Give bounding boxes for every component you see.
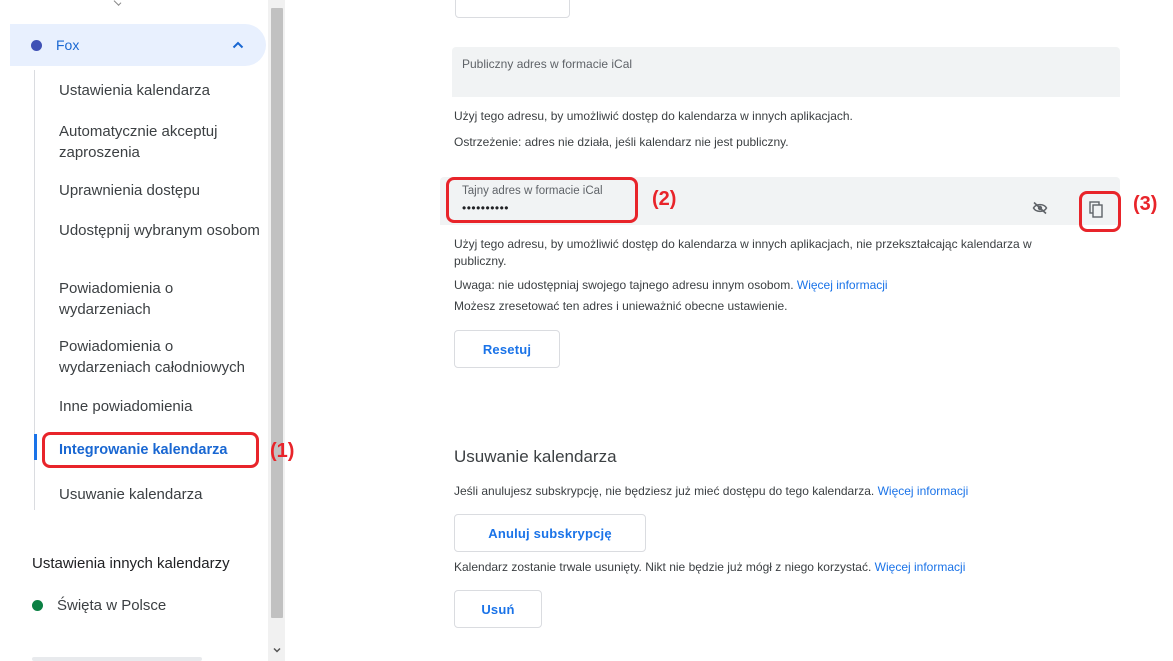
annotation-label-3: (3) bbox=[1133, 193, 1158, 215]
sidebar-item-auto-accept[interactable]: Automatycznie akceptuj zaproszenia bbox=[59, 121, 264, 163]
next-item-cut bbox=[32, 657, 202, 661]
annotation-label-2: (2) bbox=[652, 188, 677, 210]
unsubscribe-help-text: Jeśli anulujesz subskrypcję, nie będzies… bbox=[454, 484, 875, 498]
highlight-box-1 bbox=[42, 432, 259, 468]
calendar-item-fox[interactable]: Fox bbox=[10, 24, 266, 66]
public-warning-text: Ostrzeżenie: adres nie działa, jeśli kal… bbox=[454, 135, 789, 149]
sidebar-item-remove-calendar[interactable]: Usuwanie kalendarza bbox=[59, 484, 264, 505]
sidebar-item-calendar-settings[interactable]: Ustawienia kalendarza bbox=[59, 80, 264, 101]
public-ical-field[interactable]: Publiczny adres w formacie iCal bbox=[452, 47, 1120, 97]
scroll-down-arrow-icon[interactable] bbox=[272, 645, 282, 655]
calendar-color-dot bbox=[31, 39, 42, 51]
reset-help-text: Możesz zresetować ten adres i unieważnić… bbox=[454, 299, 788, 313]
highlight-box-2 bbox=[446, 177, 638, 223]
delete-help-text: Kalendarz zostanie trwale usunięty. Nikt… bbox=[454, 560, 872, 574]
sidebar-item-event-notifications[interactable]: Powiadomienia o wydarzeniach bbox=[59, 278, 264, 320]
calendar-name: Fox bbox=[56, 37, 80, 53]
highlight-box-3 bbox=[1079, 191, 1121, 232]
settings-sidebar: Fox Ustawienia kalendarza Automatycznie … bbox=[0, 0, 268, 661]
unsubscribe-help-line: Jeśli anulujesz subskrypcję, nie będzies… bbox=[454, 483, 968, 500]
sidebar-item-access-permissions[interactable]: Uprawnienia dostępu bbox=[59, 180, 264, 201]
public-help-text: Użyj tego adresu, by umożliwić dostęp do… bbox=[454, 109, 853, 123]
cut-off-button[interactable] bbox=[455, 0, 570, 18]
calendar-name: Święta w Polsce bbox=[57, 597, 167, 614]
delete-help-line: Kalendarz zostanie trwale usunięty. Nikt… bbox=[454, 559, 965, 576]
scrollbar-thumb[interactable] bbox=[271, 8, 283, 618]
sidebar-item-other-notifications[interactable]: Inne powiadomienia bbox=[59, 396, 264, 417]
sidebar-scrollbar[interactable] bbox=[268, 0, 285, 661]
more-info-link[interactable]: Więcej informacji bbox=[797, 278, 888, 292]
secret-warning-line: Uwaga: nie udostępniaj swojego tajnego a… bbox=[454, 277, 888, 294]
remove-calendar-heading: Usuwanie kalendarza bbox=[454, 447, 617, 466]
secret-warning-text: Uwaga: nie udostępniaj swojego tajnego a… bbox=[454, 278, 794, 292]
visibility-off-icon[interactable] bbox=[1032, 201, 1048, 215]
chevron-up-icon[interactable] bbox=[230, 37, 246, 53]
other-calendars-heading: Ustawienia innych kalendarzy bbox=[32, 555, 230, 572]
sidebar-item-allday-notifications[interactable]: Powiadomienia o wydarzeniach całodniowyc… bbox=[59, 336, 264, 378]
more-info-link[interactable]: Więcej informacji bbox=[878, 484, 969, 498]
public-ical-label: Publiczny adres w formacie iCal bbox=[462, 57, 633, 71]
reset-button[interactable]: Resetuj bbox=[454, 330, 560, 368]
calendar-color-dot bbox=[32, 600, 43, 611]
unsubscribe-button[interactable]: Anuluj subskrypcję bbox=[454, 514, 646, 552]
more-info-link[interactable]: Więcej informacji bbox=[875, 560, 966, 574]
collapsed-chevron-icon bbox=[112, 0, 122, 6]
active-indicator bbox=[34, 434, 37, 460]
secret-help-text: Użyj tego adresu, by umożliwić dostęp do… bbox=[454, 237, 1032, 268]
sidebar-item-share-with-people[interactable]: Udostępnij wybranym osobom bbox=[59, 220, 264, 241]
annotation-label-1: (1) bbox=[270, 440, 295, 462]
calendar-item-holidays[interactable]: Święta w Polsce bbox=[32, 597, 166, 614]
delete-button[interactable]: Usuń bbox=[454, 590, 542, 628]
